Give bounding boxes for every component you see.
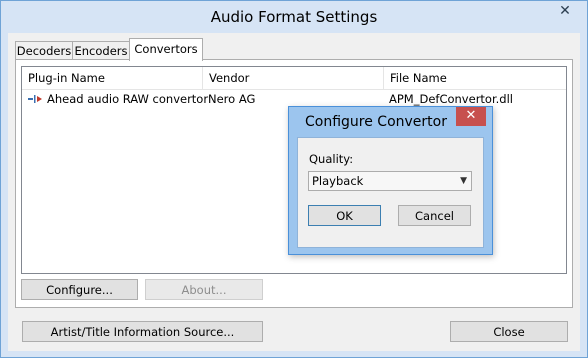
plugin-icon [28, 95, 42, 103]
quality-value: Playback [312, 174, 364, 188]
tab-label: Decoders [16, 44, 72, 58]
configure-convertor-dialog: Configure Convertor ✕ Quality: Playback … [288, 106, 493, 255]
quality-label: Quality: [309, 152, 354, 166]
tab-label: Encoders [74, 44, 128, 58]
column-header-vendor[interactable]: Vendor [203, 67, 383, 89]
ok-button[interactable]: OK [308, 205, 381, 226]
quality-select[interactable]: Playback ▼ [308, 171, 472, 191]
dialog-title[interactable]: Configure Convertor [305, 114, 447, 130]
tab-decoders[interactable]: Decoders [15, 41, 73, 61]
chevron-down-icon: ▼ [460, 176, 467, 186]
title-bar[interactable]: Audio Format Settings ✕ [1, 1, 587, 33]
about-button[interactable]: About... [145, 279, 263, 300]
close-icon[interactable]: ✕ [456, 107, 486, 126]
window-title: Audio Format Settings [210, 8, 378, 26]
configure-button[interactable]: Configure... [21, 279, 138, 300]
tab-label: Convertors [134, 42, 198, 56]
column-header-plugin-name[interactable]: Plug-in Name [22, 67, 202, 89]
close-icon[interactable]: ✕ [551, 1, 579, 21]
plugin-name-cell: Ahead audio RAW convertor [47, 92, 209, 106]
tab-convertors[interactable]: Convertors [129, 38, 203, 61]
tab-encoders[interactable]: Encoders [72, 41, 130, 61]
column-header-file-name[interactable]: File Name [384, 67, 566, 89]
artist-title-source-button[interactable]: Artist/Title Information Source... [22, 321, 263, 342]
list-header: Plug-in Name Vendor File Name [22, 67, 566, 90]
close-button[interactable]: Close [450, 321, 568, 342]
cancel-button[interactable]: Cancel [398, 205, 471, 226]
dialog-client-area: Quality: Playback ▼ OK Cancel [297, 137, 484, 248]
vendor-cell: Nero AG [208, 92, 256, 106]
